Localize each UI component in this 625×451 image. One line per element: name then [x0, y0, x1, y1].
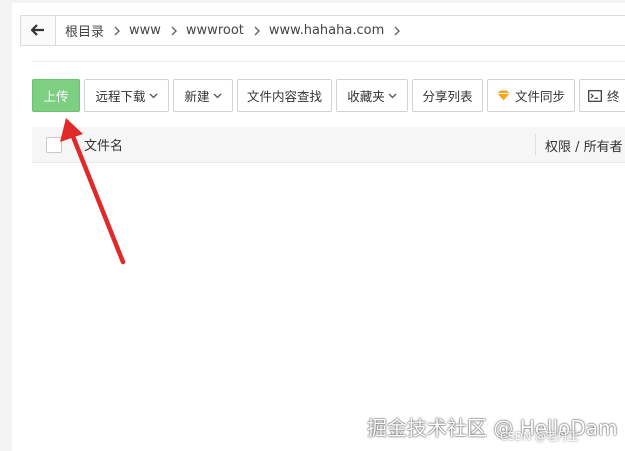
watermark-text: 掘金技术社区 @ HelloDam [367, 416, 618, 440]
annotation-arrow [60, 118, 126, 265]
watermark-subtext: CSDN @老丹正 [500, 430, 579, 443]
